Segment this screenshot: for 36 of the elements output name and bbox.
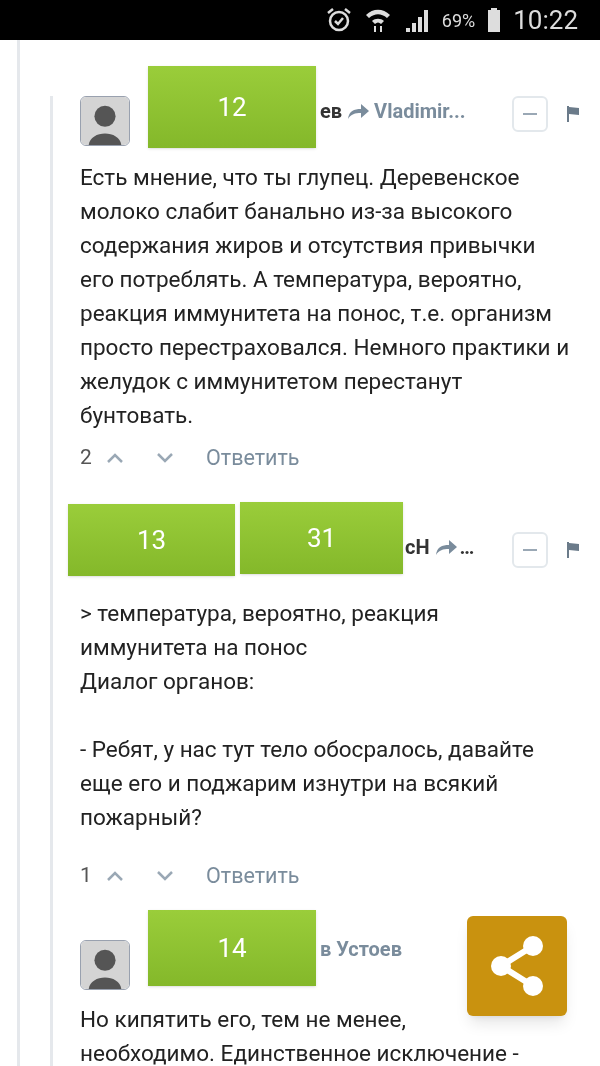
avatar bbox=[80, 940, 130, 990]
comment-text: > температура, вероятно, реакция иммунитета на понос Диалог органов: bbox=[80, 599, 440, 696]
downvote-icon[interactable] bbox=[156, 870, 174, 882]
reply-arrow-icon bbox=[433, 538, 458, 556]
reply-to-name[interactable]: … bbox=[459, 532, 475, 562]
clock: 10:22 bbox=[513, 3, 578, 37]
flag-icon[interactable] bbox=[566, 541, 580, 559]
reply-link[interactable]: Ответить bbox=[206, 441, 300, 475]
battery-icon bbox=[487, 7, 502, 33]
reply-link[interactable]: Ответить bbox=[206, 859, 300, 893]
number-sticker: 12 bbox=[148, 66, 316, 148]
author-name[interactable]: в Устоев bbox=[320, 934, 402, 964]
reply-arrow-icon bbox=[346, 102, 371, 120]
number-sticker: 31 bbox=[240, 502, 403, 574]
comment-text: - Ребят, у нас тут тело обосралось, давайте еще его и поджарим изнутри на всякий пожарный? bbox=[80, 735, 535, 832]
avatar bbox=[80, 96, 130, 146]
number-sticker: 13 bbox=[68, 504, 235, 576]
alarm-icon bbox=[325, 7, 352, 33]
author-name[interactable]: сН bbox=[405, 532, 430, 562]
vote-count: 2 bbox=[80, 444, 93, 472]
signal-icon bbox=[403, 7, 430, 33]
author-name[interactable]: ев bbox=[320, 96, 343, 126]
comment-text: необходимо. Единственное исключение - bbox=[80, 1039, 519, 1066]
share-button[interactable] bbox=[467, 916, 567, 1016]
vote-count: 1 bbox=[80, 862, 93, 890]
upvote-icon[interactable] bbox=[106, 870, 124, 882]
comment-text: Есть мнение, что ты глупец. Деревенское молоко слабит банально из-за высокого содержания жиров и отсутствия привычки его потреблять. А температура, вероятно, реакция иммунитета на понос, т.е. организм просто перестраховался. Немного практики и желудок с иммунитетом перестанут бунтовать. bbox=[80, 163, 571, 430]
reply-to-name[interactable]: Vladimir... bbox=[374, 96, 466, 126]
upvote-icon[interactable] bbox=[106, 452, 124, 464]
collapse-button[interactable] bbox=[512, 532, 548, 568]
number-sticker: 14 bbox=[148, 910, 316, 986]
comment-text: Но кипятить его, тем не менее, bbox=[80, 1005, 406, 1034]
flag-icon[interactable] bbox=[566, 105, 580, 123]
battery-percent: 69% bbox=[441, 8, 476, 33]
downvote-icon[interactable] bbox=[156, 452, 174, 464]
collapse-button[interactable] bbox=[512, 96, 548, 132]
